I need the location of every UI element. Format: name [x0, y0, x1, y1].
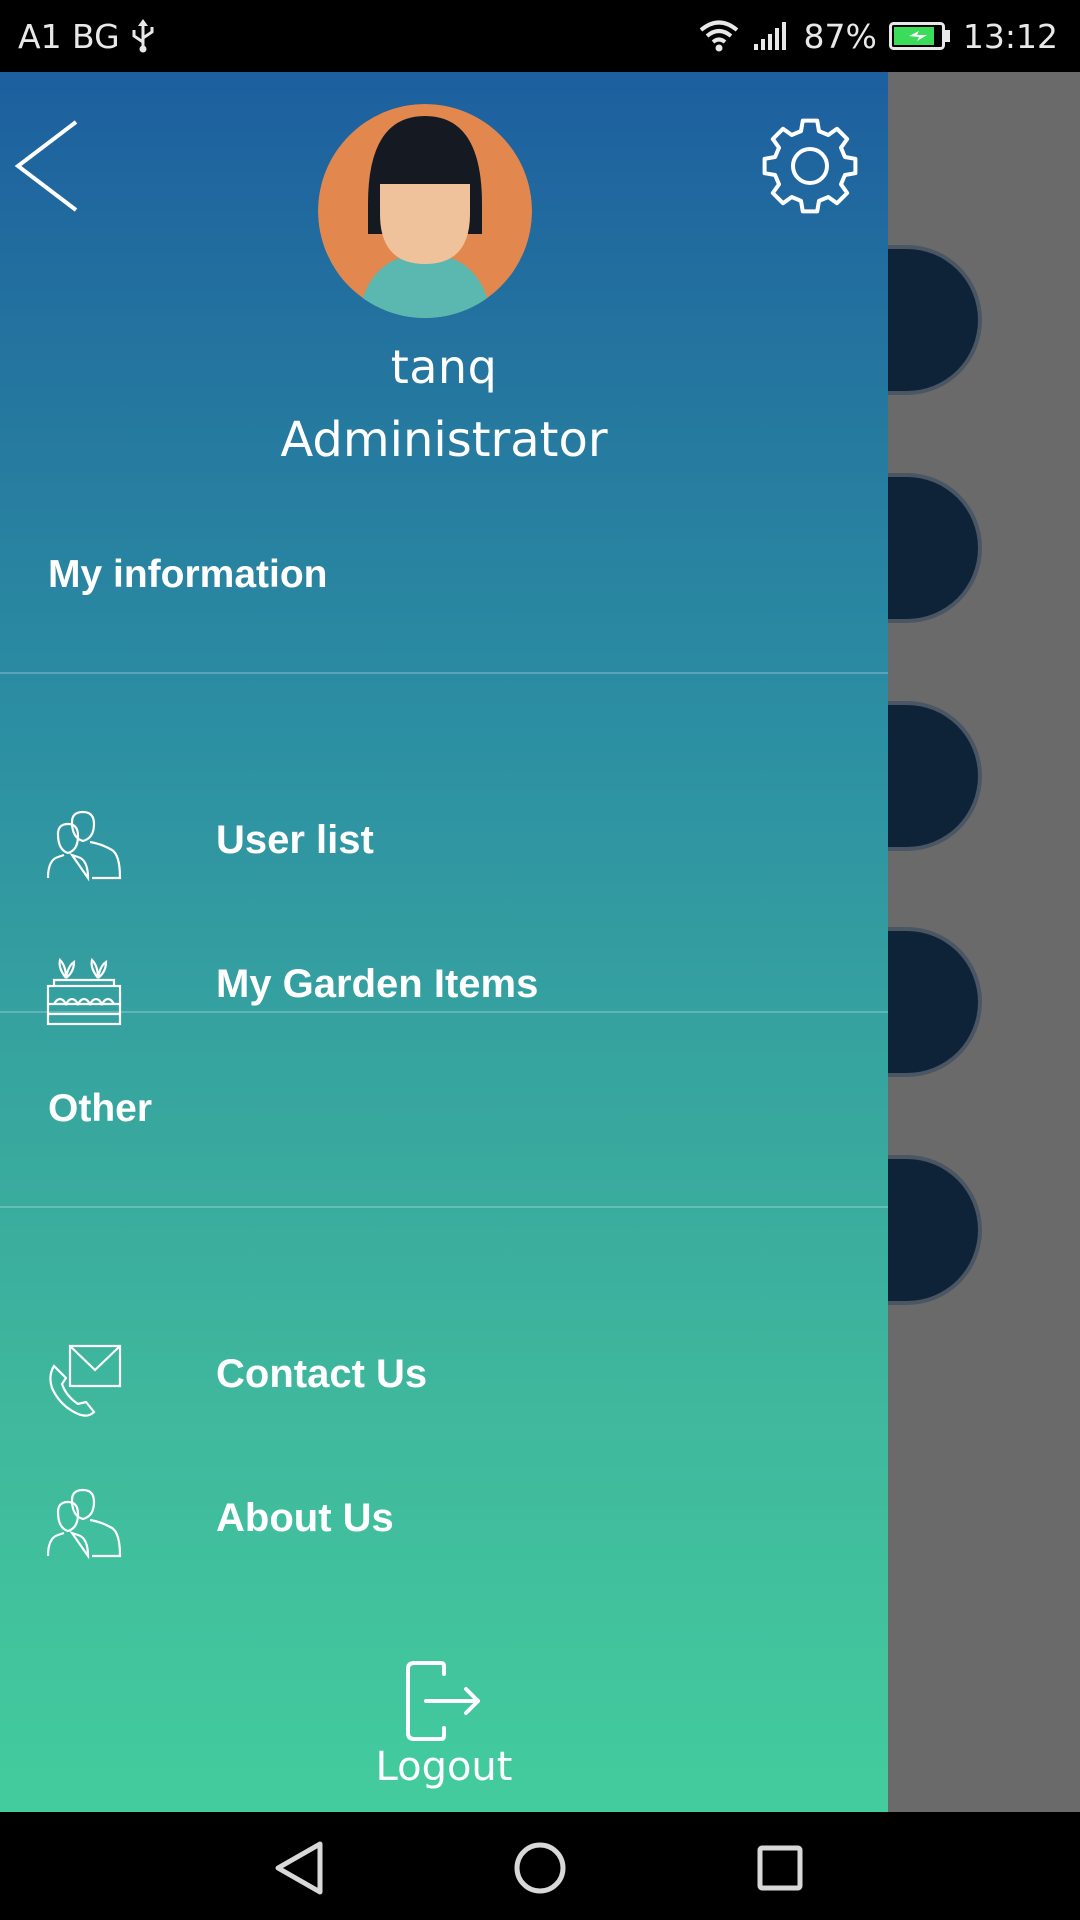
users-icon [46, 1486, 122, 1562]
status-bar: A1 BG 87% 13:12 [0, 0, 1080, 72]
menu-label-user-list: User list [216, 818, 374, 862]
section-heading-my-information: My information [48, 553, 328, 596]
user-name: tanq [390, 340, 498, 394]
divider [0, 1011, 888, 1013]
settings-button[interactable] [758, 114, 862, 218]
navigation-drawer: tanq Administrator My information User l… [0, 72, 888, 1812]
logout-icon [404, 1660, 484, 1742]
battery-icon [888, 20, 951, 52]
carrier-label: A1 BG [18, 16, 120, 56]
usb-icon [130, 18, 156, 54]
nav-home-button[interactable] [508, 1836, 572, 1900]
avatar [318, 104, 532, 318]
divider [0, 1206, 888, 1208]
garden-icon [46, 952, 122, 1028]
nav-recents-icon [757, 1845, 803, 1891]
wifi-icon [698, 19, 740, 53]
signal-icon [752, 20, 792, 52]
menu-item-my-garden-items[interactable]: My Garden Items [0, 916, 888, 1056]
gear-icon [762, 118, 858, 214]
logout-button[interactable]: Logout [344, 1652, 544, 1792]
battery-percent: 87% [803, 16, 877, 56]
logout-label: Logout [375, 1744, 513, 1790]
background-circle [888, 477, 978, 619]
menu-label-my-garden-items: My Garden Items [216, 962, 539, 1006]
users-icon [46, 808, 122, 884]
nav-back-button[interactable] [268, 1836, 332, 1900]
menu-label-about-us: About Us [216, 1496, 394, 1540]
clock: 13:12 [962, 16, 1058, 56]
avatar-icon [318, 104, 532, 318]
background-circle [888, 249, 978, 391]
background-circle [888, 705, 978, 847]
back-button[interactable] [10, 116, 86, 216]
menu-label-contact-us: Contact Us [216, 1352, 428, 1396]
background-app-scrim[interactable] [888, 72, 1080, 1812]
background-circle [888, 1159, 978, 1301]
menu-item-contact-us[interactable]: Contact Us [0, 1306, 888, 1446]
section-heading-other: Other [48, 1087, 153, 1130]
menu-item-user-list[interactable]: User list [0, 772, 888, 912]
nav-recents-button[interactable] [748, 1836, 812, 1900]
system-nav-bar [0, 1812, 1080, 1920]
nav-back-icon [275, 1841, 323, 1895]
user-role: Administrator [280, 412, 608, 468]
nav-home-icon [514, 1842, 566, 1894]
menu-item-about-us[interactable]: About Us [0, 1450, 888, 1590]
background-circle [888, 931, 978, 1073]
divider [0, 672, 888, 674]
contact-icon [46, 1342, 122, 1418]
chevron-left-icon [14, 120, 78, 212]
